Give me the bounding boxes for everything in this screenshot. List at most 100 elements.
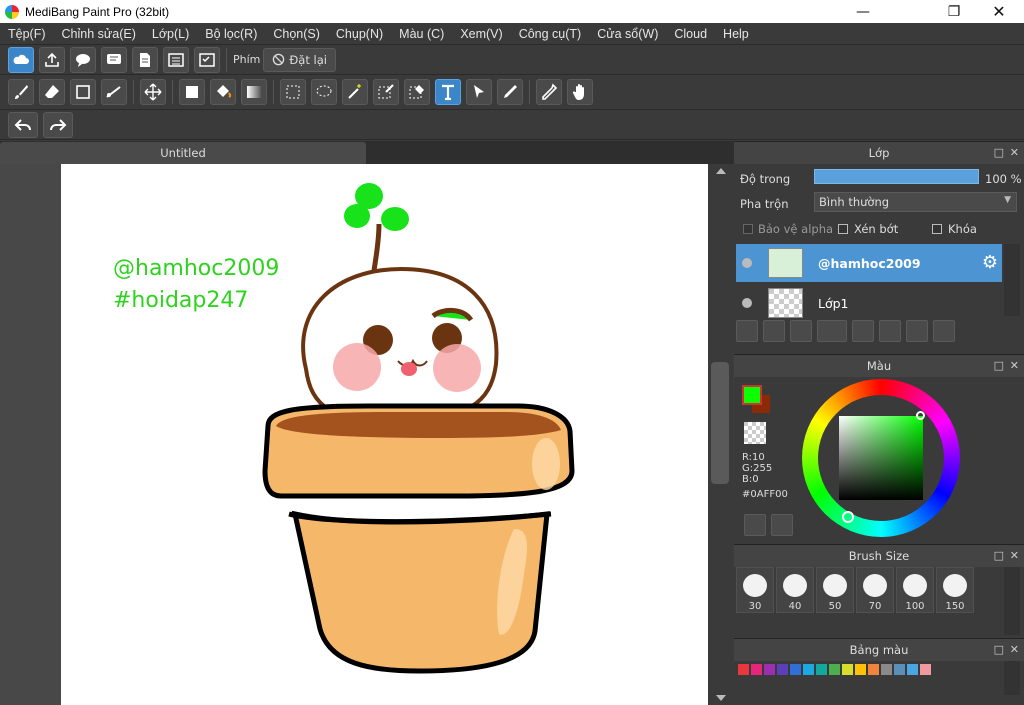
close-panel-icon[interactable]: ✕	[1010, 146, 1019, 159]
color-wheel[interactable]	[802, 379, 960, 537]
line-icon[interactable]	[101, 79, 127, 105]
hand-icon[interactable]	[567, 79, 593, 105]
list-icon[interactable]	[163, 46, 189, 73]
brush-size-scrollbar[interactable]	[1004, 567, 1020, 635]
layer-row[interactable]: @hamhoc2009 ⚙	[736, 244, 1002, 282]
color-settings-icon[interactable]	[771, 514, 793, 536]
menu-filter[interactable]: Bộ lọc(R)	[197, 27, 265, 41]
folder-icon[interactable]	[852, 320, 874, 342]
menu-select[interactable]: Chọn(S)	[265, 27, 328, 41]
upload-icon[interactable]	[39, 46, 65, 73]
new-8bit-layer-icon[interactable]	[790, 320, 812, 342]
undock-icon[interactable]: □	[994, 359, 1004, 372]
palette-color-swatch[interactable]	[920, 664, 931, 675]
saturation-value-square[interactable]	[839, 416, 923, 500]
scroll-up-arrow[interactable]	[716, 168, 726, 174]
drawing-canvas[interactable]: @hamhoc2009 #hoidap247	[61, 164, 708, 705]
new-halftone-layer-icon[interactable]	[763, 320, 785, 342]
operation-icon[interactable]	[466, 79, 492, 105]
close-panel-icon[interactable]: ✕	[1010, 359, 1019, 372]
trash-icon[interactable]	[933, 320, 955, 342]
checklist-icon[interactable]	[194, 46, 220, 73]
undock-icon[interactable]: □	[994, 549, 1004, 562]
palette-scrollbar[interactable]	[1004, 661, 1020, 695]
eyedropper-icon[interactable]	[536, 79, 562, 105]
canvas-vertical-scrollbar[interactable]	[708, 164, 733, 705]
brush-size-cell[interactable]: 40	[776, 567, 814, 613]
document-tab[interactable]: Untitled	[0, 142, 366, 164]
palette-color-swatch[interactable]	[842, 664, 853, 675]
fill-rect-icon[interactable]	[179, 79, 205, 105]
brush-size-cell[interactable]: 30	[736, 567, 774, 613]
palette-color-swatch[interactable]	[816, 664, 827, 675]
palette-color-swatch[interactable]	[894, 664, 905, 675]
scroll-down-arrow[interactable]	[716, 695, 726, 701]
sv-marker[interactable]	[916, 411, 925, 420]
palette-color-swatch[interactable]	[829, 664, 840, 675]
page-icon[interactable]	[132, 46, 158, 73]
lasso-icon[interactable]	[311, 79, 337, 105]
hue-marker[interactable]	[842, 511, 854, 523]
pen-icon[interactable]	[497, 79, 523, 105]
select-rect-icon[interactable]	[280, 79, 306, 105]
menu-edit[interactable]: Chỉnh sửa(E)	[54, 27, 144, 41]
minimize-button[interactable]: —	[840, 0, 886, 23]
menu-help[interactable]: Help	[715, 27, 757, 41]
select-pen-icon[interactable]	[373, 79, 399, 105]
menu-cloud[interactable]: Cloud	[666, 27, 715, 41]
close-button[interactable]: ✕	[976, 0, 1022, 23]
palette-color-swatch[interactable]	[777, 664, 788, 675]
undo-icon[interactable]	[8, 111, 38, 138]
brush-size-cell[interactable]: 50	[816, 567, 854, 613]
duplicate-layer-icon[interactable]	[879, 320, 901, 342]
menu-view[interactable]: Xem(V)	[452, 27, 510, 41]
foreground-color-swatch[interactable]	[742, 385, 762, 405]
palette-color-swatch[interactable]	[790, 664, 801, 675]
menu-color[interactable]: Màu (C)	[391, 27, 452, 41]
reset-button[interactable]: Đặt lại	[263, 47, 336, 72]
select-eraser-icon[interactable]	[404, 79, 430, 105]
palette-color-swatch[interactable]	[881, 664, 892, 675]
rectangle-icon[interactable]	[70, 79, 96, 105]
layer-row[interactable]: Lớp1	[736, 284, 1002, 322]
undock-icon[interactable]: □	[994, 146, 1004, 159]
maximize-button[interactable]: ❐	[931, 0, 977, 23]
menu-tools[interactable]: Công cụ(T)	[511, 27, 590, 41]
clipping-checkbox[interactable]	[838, 224, 848, 234]
brush-size-cell[interactable]: 100	[896, 567, 934, 613]
close-panel-icon[interactable]: ✕	[1010, 643, 1019, 656]
menu-layer[interactable]: Lớp(L)	[144, 27, 197, 41]
lock-checkbox[interactable]	[932, 224, 942, 234]
brush-icon[interactable]	[8, 79, 34, 105]
scroll-thumb[interactable]	[711, 362, 729, 484]
add-layer-dropdown-icon[interactable]	[817, 320, 847, 342]
gradient-icon[interactable]	[241, 79, 267, 105]
palette-color-swatch[interactable]	[855, 664, 866, 675]
redo-icon[interactable]	[43, 111, 73, 138]
brush-size-cell[interactable]: 150	[936, 567, 974, 613]
merge-layer-icon[interactable]	[906, 320, 928, 342]
magic-wand-icon[interactable]	[342, 79, 368, 105]
transparent-color-swatch[interactable]	[744, 422, 766, 444]
palette-icon[interactable]	[744, 514, 766, 536]
cloud-icon[interactable]	[8, 46, 34, 73]
bucket-icon[interactable]	[210, 79, 236, 105]
visibility-icon[interactable]	[742, 298, 752, 308]
protect-alpha-checkbox[interactable]	[743, 224, 753, 234]
chat-icon[interactable]	[70, 46, 96, 73]
palette-color-swatch[interactable]	[764, 664, 775, 675]
layers-scrollbar[interactable]	[1004, 244, 1020, 316]
palette-color-swatch[interactable]	[751, 664, 762, 675]
palette-color-swatch[interactable]	[907, 664, 918, 675]
visibility-icon[interactable]	[742, 258, 752, 268]
menu-file[interactable]: Tệp(F)	[0, 27, 54, 41]
palette-color-swatch[interactable]	[803, 664, 814, 675]
comment-icon[interactable]	[101, 46, 127, 73]
opacity-slider[interactable]	[814, 169, 979, 184]
move-icon[interactable]	[140, 79, 166, 105]
palette-color-swatch[interactable]	[868, 664, 879, 675]
undock-icon[interactable]: □	[994, 643, 1004, 656]
palette-color-swatch[interactable]	[738, 664, 749, 675]
new-layer-icon[interactable]	[736, 320, 758, 342]
menu-window[interactable]: Cửa sổ(W)	[589, 27, 666, 41]
